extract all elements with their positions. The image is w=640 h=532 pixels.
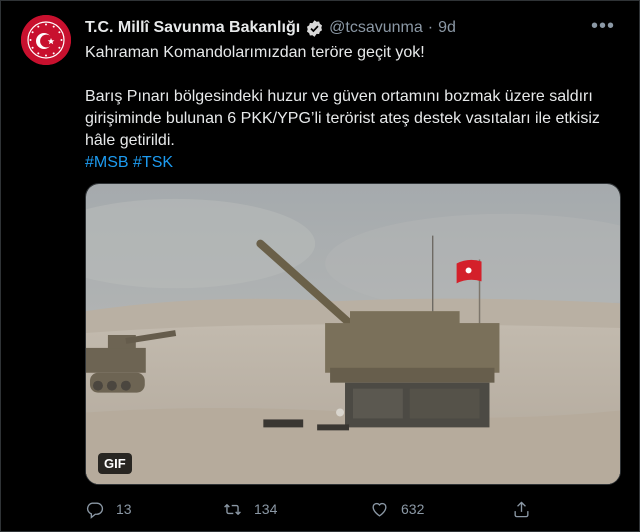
tweet-text-line-2: Barış Pınarı bölgesindeki huzur ve güven… bbox=[85, 88, 600, 149]
msb-logo-icon bbox=[21, 15, 71, 65]
header-separator: · bbox=[427, 19, 434, 36]
howitzer-scene-image bbox=[86, 184, 620, 484]
reply-button[interactable]: 13 bbox=[85, 500, 132, 519]
hashtag-tsk[interactable]: #TSK bbox=[133, 154, 173, 171]
heart-icon bbox=[372, 502, 387, 517]
author-avatar[interactable] bbox=[21, 15, 71, 65]
reply-icon bbox=[86, 501, 104, 519]
tweet-timestamp[interactable]: 9d bbox=[438, 19, 456, 37]
retweet-icon bbox=[224, 503, 241, 515]
gif-badge: GIF bbox=[98, 453, 132, 474]
share-icon bbox=[514, 501, 529, 517]
hashtag-msb[interactable]: #MSB bbox=[85, 154, 129, 171]
author-name[interactable]: T.C. Millî Savunma Bakanlığı bbox=[85, 19, 300, 37]
reply-count: 13 bbox=[116, 501, 132, 517]
tweet-card[interactable]: T.C. Millî Savunma Bakanlığı @tcsavunma … bbox=[0, 0, 640, 532]
share-button[interactable] bbox=[512, 500, 531, 519]
more-options-icon[interactable]: ••• bbox=[591, 15, 615, 38]
tweet-text-line-1: Kahraman Komandolarımızdan teröre geçit … bbox=[85, 44, 425, 61]
retweet-count: 134 bbox=[254, 501, 278, 517]
tweet-text: Kahraman Komandolarımızdan teröre geçit … bbox=[85, 42, 621, 174]
like-count: 632 bbox=[401, 501, 425, 517]
verified-badge-icon bbox=[307, 19, 323, 37]
hashtag-list: #MSB #TSK bbox=[85, 152, 621, 174]
retweet-button[interactable]: 134 bbox=[223, 500, 277, 519]
tweet-media-gif[interactable]: GIF bbox=[85, 183, 621, 485]
like-button[interactable]: 632 bbox=[370, 500, 424, 519]
author-handle[interactable]: @tcsavunma bbox=[329, 19, 423, 37]
tweet-actions: 13 134 632 bbox=[85, 497, 621, 521]
tweet-header: T.C. Millî Savunma Bakanlığı @tcsavunma … bbox=[85, 17, 456, 39]
